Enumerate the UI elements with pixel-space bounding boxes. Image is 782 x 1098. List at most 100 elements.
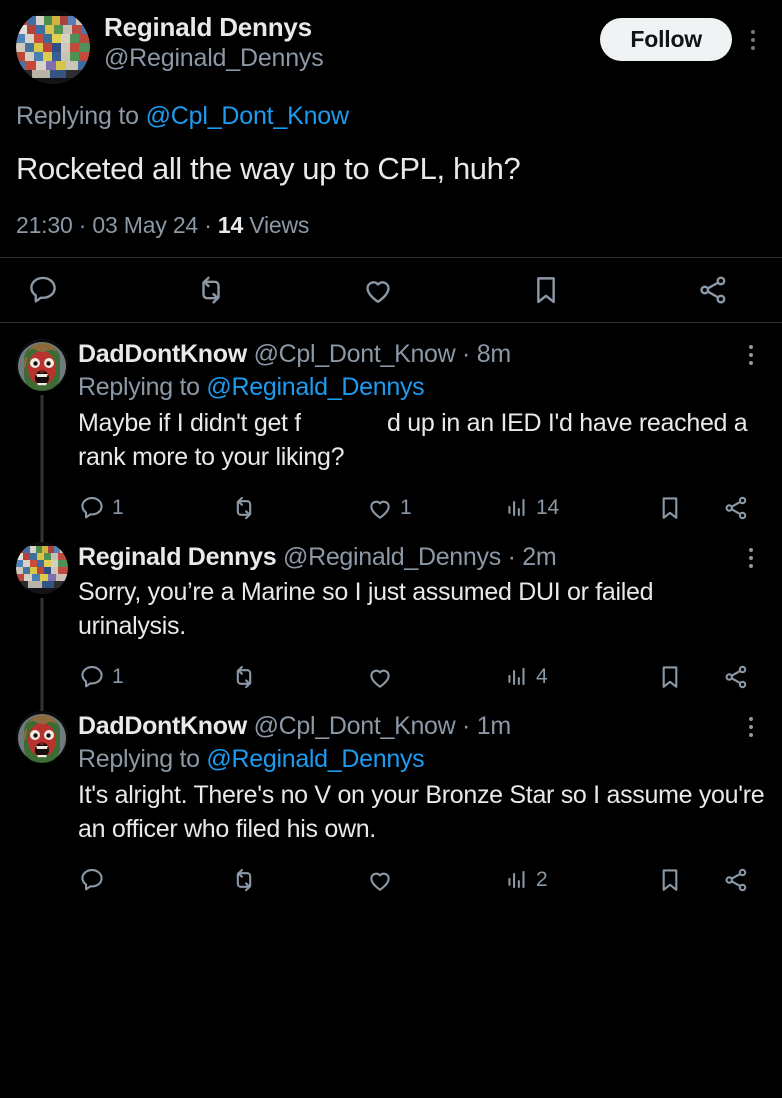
- follow-button[interactable]: Follow: [600, 18, 732, 62]
- reply-content: DadDontKnow @Cpl_Dont_Know · 1m Replying…: [68, 711, 766, 908]
- bookmark-button[interactable]: [656, 494, 722, 522]
- bookmark-icon: [529, 273, 563, 307]
- share-button[interactable]: [722, 663, 756, 691]
- bookmark-button[interactable]: [529, 273, 697, 307]
- reply-button[interactable]: [78, 866, 230, 894]
- avatar-daddontknow[interactable]: [16, 339, 68, 392]
- reply-icon: [78, 663, 106, 691]
- share-button[interactable]: [696, 273, 730, 307]
- share-button[interactable]: [722, 494, 756, 522]
- share-button[interactable]: [722, 866, 756, 894]
- like-icon: [366, 663, 394, 691]
- views-label: Views: [243, 212, 310, 239]
- views-button[interactable]: 14: [504, 495, 656, 521]
- reply-header: Reginald Dennys @Reginald_Dennys · 2m: [78, 542, 766, 573]
- header-actions: Follow: [600, 10, 766, 62]
- main-tweet: Reginald Dennys @Reginald_Dennys Follow …: [0, 0, 782, 324]
- share-icon: [696, 273, 730, 307]
- reply-timestamp[interactable]: 2m: [522, 543, 556, 571]
- reply-item: Reginald Dennys @Reginald_Dennys · 2m So…: [0, 541, 782, 714]
- avatar-daddontknow[interactable]: [16, 711, 68, 764]
- reply-icon: [26, 273, 60, 307]
- replying-to-handle-link[interactable]: @Reginald_Dennys: [206, 373, 424, 401]
- reply-display-name[interactable]: DadDontKnow: [78, 340, 247, 368]
- meta-dot-1: ·: [72, 212, 93, 239]
- reply-author: DadDontKnow @Cpl_Dont_Know · 1m: [78, 711, 728, 742]
- thread-connector-line: [40, 395, 44, 544]
- reply-text: It's alright. There's no V on your Bronz…: [78, 781, 765, 844]
- twitter-thread-screen: Reginald Dennys @Reginald_Dennys Follow …: [0, 0, 782, 1098]
- views-count: 2: [536, 868, 548, 892]
- reply-author: DadDontKnow @Cpl_Dont_Know · 8m: [78, 339, 728, 370]
- reply-header: DadDontKnow @Cpl_Dont_Know · 8m: [78, 339, 766, 370]
- reply-author: Reginald Dennys @Reginald_Dennys · 2m: [78, 542, 728, 573]
- retweet-icon: [194, 273, 228, 307]
- replying-to-handle-link[interactable]: @Reginald_Dennys: [206, 745, 424, 773]
- reply-count: 1: [112, 495, 124, 519]
- main-tweet-author: Reginald Dennys @Reginald_Dennys: [104, 10, 586, 73]
- thread-divider: [0, 322, 782, 324]
- reply-separator: ·: [500, 542, 523, 571]
- bookmark-button[interactable]: [656, 866, 722, 894]
- views-button[interactable]: 2: [504, 867, 656, 893]
- avatar-reginald-dennys[interactable]: [16, 10, 90, 84]
- retweet-button[interactable]: [230, 494, 366, 522]
- tweet-time: 21:30: [16, 212, 73, 239]
- analytics-icon: [504, 495, 530, 521]
- like-icon: [361, 273, 395, 307]
- reply-actions: 1 1 14: [78, 480, 766, 536]
- reply-button[interactable]: 1: [78, 494, 230, 522]
- replying-to-label: Replying to: [78, 744, 207, 773]
- like-icon: [366, 866, 394, 894]
- author-handle[interactable]: @Reginald_Dennys: [104, 44, 586, 74]
- reply-header: DadDontKnow @Cpl_Dont_Know · 1m: [78, 711, 766, 742]
- reply-avatar-column: [16, 711, 68, 908]
- reply-actions: 2: [78, 852, 766, 908]
- views-button[interactable]: 4: [504, 664, 656, 690]
- reply-text: Sorry, you’re a Marine so I just assumed…: [78, 578, 654, 641]
- reply-handle[interactable]: @Reginald_Dennys: [283, 543, 501, 571]
- retweet-button[interactable]: [230, 663, 366, 691]
- avatar-reginald-dennys[interactable]: [16, 541, 68, 594]
- like-button[interactable]: 1: [366, 494, 504, 522]
- replying-to-label: Replying to: [16, 102, 146, 130]
- like-button[interactable]: [366, 866, 504, 894]
- reply-button[interactable]: [26, 273, 194, 307]
- reply-timestamp[interactable]: 8m: [477, 340, 511, 368]
- reply-more-options[interactable]: [738, 339, 766, 366]
- reply-timestamp[interactable]: 1m: [477, 712, 511, 740]
- reply-separator: ·: [455, 340, 477, 369]
- main-tweet-replying-to: Replying to @Cpl_Dont_Know: [16, 102, 766, 131]
- reply-more-options[interactable]: [738, 542, 766, 568]
- bookmark-icon: [656, 866, 684, 894]
- more-options-icon[interactable]: [738, 345, 764, 366]
- more-options-icon[interactable]: [738, 547, 764, 568]
- author-display-name[interactable]: Reginald Dennys: [104, 12, 586, 43]
- reply-text-before: Maybe if I didn't get f: [78, 408, 301, 437]
- reply-icon: [78, 494, 106, 522]
- more-options-icon[interactable]: [740, 29, 766, 50]
- like-button[interactable]: [366, 663, 504, 691]
- main-tweet-header: Reginald Dennys @Reginald_Dennys Follow: [16, 10, 766, 88]
- reply-content: DadDontKnow @Cpl_Dont_Know · 8m Replying…: [68, 339, 766, 536]
- share-icon: [722, 494, 750, 522]
- retweet-button[interactable]: [230, 866, 366, 894]
- analytics-icon: [504, 867, 530, 893]
- retweet-icon: [230, 494, 258, 522]
- reply-display-name[interactable]: Reginald Dennys: [78, 543, 277, 571]
- reply-more-options[interactable]: [738, 711, 766, 738]
- reply-display-name[interactable]: DadDontKnow: [78, 712, 247, 740]
- reply-handle[interactable]: @Cpl_Dont_Know: [254, 712, 456, 740]
- replying-to-handle-link[interactable]: @Cpl_Dont_Know: [146, 102, 349, 130]
- share-icon: [722, 866, 750, 894]
- bookmark-button[interactable]: [656, 663, 722, 691]
- more-options-icon[interactable]: [738, 717, 764, 738]
- reply-button[interactable]: 1: [78, 663, 230, 691]
- bookmark-icon: [656, 663, 684, 691]
- reply-replying-to: Replying to @Reginald_Dennys: [78, 744, 766, 775]
- like-button[interactable]: [361, 273, 529, 307]
- retweet-button[interactable]: [194, 273, 362, 307]
- reply-handle[interactable]: @Cpl_Dont_Know: [254, 340, 456, 368]
- reply-item: DadDontKnow @Cpl_Dont_Know · 8m Replying…: [0, 339, 782, 544]
- bookmark-icon: [656, 494, 684, 522]
